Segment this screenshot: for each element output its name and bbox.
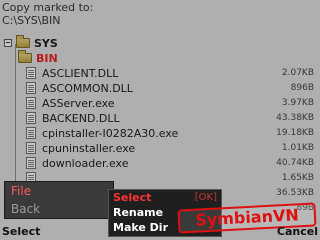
submenu-item-make-dir[interactable]: Make Dir: [113, 221, 168, 234]
right-softkey[interactable]: Cancel: [277, 225, 318, 238]
submenu-item-select[interactable]: Select: [113, 191, 151, 204]
ok-hint: [OK]: [194, 192, 217, 203]
submenu-item-rename[interactable]: Rename: [113, 206, 163, 219]
left-softkey[interactable]: Select: [2, 225, 40, 238]
menu-item-file[interactable]: File: [5, 183, 113, 200]
options-menu: File Back: [4, 181, 114, 219]
menu-item-back[interactable]: Back: [5, 201, 113, 218]
